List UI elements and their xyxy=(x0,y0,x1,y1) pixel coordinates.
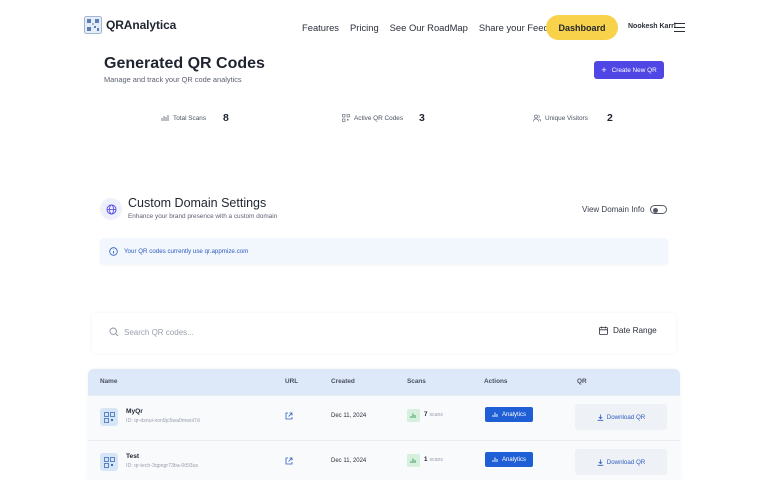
download-qr-button[interactable]: Download QR xyxy=(575,404,667,430)
column-header-actions: Actions xyxy=(484,378,508,385)
qr-name: Test xyxy=(126,453,140,460)
view-domain-info-toggle[interactable] xyxy=(650,205,667,214)
created-date: Dec 11, 2024 xyxy=(331,458,367,464)
qr-code-icon xyxy=(342,114,350,122)
qr-code-icon xyxy=(103,456,115,468)
bar-chart-icon xyxy=(410,413,416,418)
globe-icon xyxy=(106,204,116,214)
view-domain-info-label: View Domain Info xyxy=(582,205,645,214)
scan-count: 7 scans xyxy=(424,411,443,418)
globe-badge xyxy=(100,198,122,220)
stat-value: 3 xyxy=(419,112,425,124)
domain-notice: Your QR codes currently use qr.appmize.c… xyxy=(100,238,668,264)
analytics-button[interactable]: Analytics xyxy=(485,452,533,467)
bar-chart-icon xyxy=(492,457,498,462)
stat-label: Unique Visitors xyxy=(545,114,588,122)
download-qr-button[interactable]: Download QR xyxy=(575,449,667,475)
qr-thumbnail xyxy=(100,408,118,426)
created-date: Dec 11, 2024 xyxy=(331,413,367,419)
domain-notice-text: Your QR codes currently use qr.appmize.c… xyxy=(124,247,249,255)
brand-logo[interactable]: QRAnalytica xyxy=(84,16,176,34)
stat-value: 2 xyxy=(607,112,613,124)
bar-chart-icon xyxy=(410,458,416,463)
scan-badge xyxy=(407,454,420,467)
table-header: Name URL Created Scans Actions QR xyxy=(88,369,680,395)
toggle-knob xyxy=(653,207,658,213)
stat-label: Total Scans xyxy=(173,114,207,122)
stat-unique-visitors: Unique Visitors 2 xyxy=(533,112,613,124)
stat-value: 8 xyxy=(223,112,229,124)
search-bar: Date Range xyxy=(92,313,676,353)
dashboard-button[interactable]: Dashboard xyxy=(546,15,618,40)
table-row: Test ID: qr-tech-3qpngr73ba-0t5l3us Dec … xyxy=(88,440,680,480)
qr-name: MyQr xyxy=(126,408,143,415)
main-nav: Features Pricing See Our RoadMap Share y… xyxy=(302,22,579,33)
date-range-label: Date Range xyxy=(613,326,657,335)
brand-name: QRAnalytica xyxy=(106,18,177,32)
page-title: Generated QR Codes xyxy=(104,55,265,72)
domain-settings-subtitle: Enhance your brand presence with a custo… xyxy=(128,213,278,220)
create-new-qr-label: Create New QR xyxy=(611,66,657,74)
create-new-qr-button[interactable]: + Create New QR xyxy=(594,61,664,79)
info-icon xyxy=(109,246,118,256)
qr-code-icon xyxy=(103,411,115,423)
table-row: MyQr ID: qr-dsnui-xon9jc5wa0mwol7d Dec 1… xyxy=(88,395,680,439)
download-icon xyxy=(597,459,604,466)
stat-active-qr-codes: Active QR Codes 3 xyxy=(342,112,425,124)
top-header: QRAnalytica Features Pricing See Our Roa… xyxy=(0,0,768,56)
calendar-icon xyxy=(599,326,608,335)
scan-count-value: 7 xyxy=(424,411,428,418)
scan-count-value: 1 xyxy=(424,456,428,463)
qr-codes-table: Name URL Created Scans Actions QR MyQr I… xyxy=(88,369,680,480)
column-header-name: Name xyxy=(100,378,118,385)
download-icon xyxy=(597,414,604,421)
scan-count-unit: scans xyxy=(429,412,444,418)
users-icon xyxy=(533,114,541,122)
nav-roadmap[interactable]: See Our RoadMap xyxy=(390,22,468,33)
download-qr-label: Download QR xyxy=(606,458,646,466)
search-input[interactable] xyxy=(124,325,424,339)
bar-chart-icon xyxy=(492,412,498,417)
qr-logo-icon xyxy=(84,16,102,34)
hamburger-menu-icon[interactable] xyxy=(674,23,685,32)
search-icon xyxy=(109,327,119,337)
stat-label: Active QR Codes xyxy=(354,114,404,122)
page-subtitle: Manage and track your QR code analytics xyxy=(104,75,242,84)
column-header-created: Created xyxy=(331,378,355,385)
external-link-icon[interactable] xyxy=(285,412,293,420)
qr-thumbnail xyxy=(100,453,118,471)
user-name[interactable]: Nookesh Karri xyxy=(628,23,676,30)
date-range-button[interactable]: Date Range xyxy=(599,326,657,335)
domain-settings-title: Custom Domain Settings xyxy=(128,196,267,210)
bar-chart-icon xyxy=(161,115,169,121)
qr-id: ID: qr-dsnui-xon9jc5wa0mwol7d xyxy=(126,418,200,424)
external-link-icon[interactable] xyxy=(285,457,293,465)
analytics-label: Analytics xyxy=(501,411,526,418)
nav-pricing[interactable]: Pricing xyxy=(350,22,379,33)
scan-badge xyxy=(407,409,420,422)
column-header-url: URL xyxy=(285,378,299,385)
download-qr-label: Download QR xyxy=(606,413,646,421)
column-header-scans: Scans xyxy=(407,378,426,385)
nav-features[interactable]: Features xyxy=(302,22,339,33)
scan-count: 1 scans xyxy=(424,456,443,463)
plus-icon: + xyxy=(601,64,607,75)
analytics-button[interactable]: Analytics xyxy=(485,407,533,422)
stat-total-scans: Total Scans 8 xyxy=(161,112,229,124)
scan-count-unit: scans xyxy=(429,457,444,463)
analytics-label: Analytics xyxy=(501,456,526,463)
qr-id: ID: qr-tech-3qpngr73ba-0t5l3us xyxy=(126,463,199,469)
column-header-qr: QR xyxy=(577,378,587,385)
